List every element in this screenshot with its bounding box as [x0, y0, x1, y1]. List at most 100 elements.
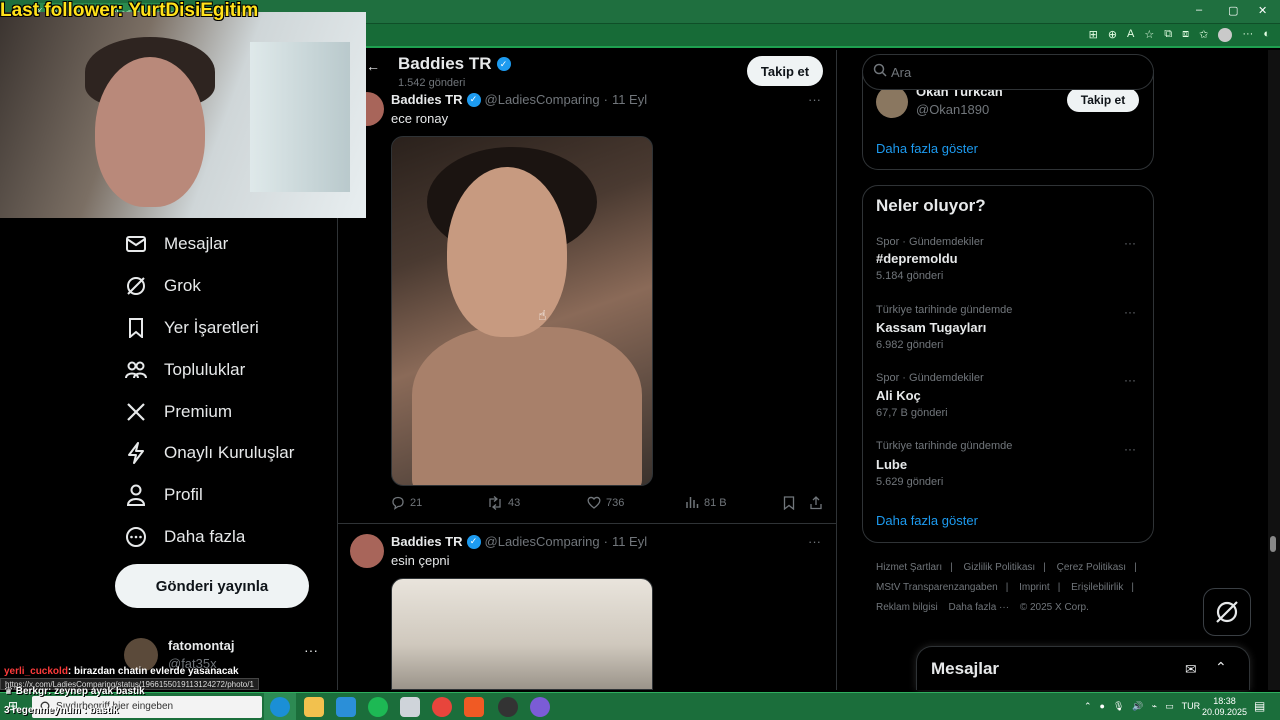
clock-time: 18:38	[1213, 696, 1236, 706]
tweet-avatar[interactable]	[350, 534, 384, 568]
zoom-icon[interactable]: ⊕	[1108, 28, 1117, 42]
reply-button[interactable]: 21	[391, 496, 422, 510]
right-column-divider	[836, 50, 837, 690]
favorites-list-icon[interactable]: ✩	[1199, 28, 1208, 42]
language-indicator[interactable]: TUR	[1182, 701, 1201, 712]
grok-floating-button[interactable]	[1203, 588, 1251, 636]
page-scrollbar[interactable]	[1268, 50, 1280, 690]
edge-browser-icon[interactable]	[270, 697, 290, 717]
show-more-link[interactable]: Daha fazla göster	[876, 141, 978, 156]
tweet-date[interactable]: 11 Eyl	[612, 92, 647, 107]
app-grid-icon[interactable]: ⊞	[1089, 28, 1098, 42]
footer-link-privacy[interactable]: Gizlilik Politikası	[964, 562, 1036, 573]
trend-more-icon[interactable]: ···	[1124, 442, 1136, 456]
footer-link-imprint[interactable]: Imprint	[1019, 582, 1050, 593]
follow-button[interactable]: Takip et	[747, 56, 823, 86]
messages-drawer[interactable]: Mesajlar ✉ ⌃	[916, 646, 1250, 690]
trend-more-icon[interactable]: ···	[1124, 236, 1136, 250]
trend-category: Türkiye tarihinde gündemde	[876, 304, 1013, 316]
trend-name[interactable]: Ali Koç	[876, 388, 921, 403]
search-input[interactable]: Ara	[862, 54, 1154, 90]
trend-name[interactable]: Lube	[876, 457, 907, 472]
trend-more-icon[interactable]: ···	[1124, 373, 1136, 387]
tweet-author-name[interactable]: Baddies TR	[391, 534, 463, 549]
tweet-author-name[interactable]: Baddies TR	[391, 92, 463, 107]
post-button[interactable]: Gönderi yayınla	[115, 564, 309, 608]
battery-icon[interactable]: ▭	[1165, 701, 1174, 712]
volume-icon[interactable]: 🔊	[1132, 701, 1143, 712]
favorite-star-icon[interactable]: ☆	[1144, 28, 1154, 42]
tray-app-icon[interactable]: ●	[1100, 701, 1105, 712]
tweet-more-icon[interactable]: ···	[808, 92, 821, 107]
nav-item-premium[interactable]: Premium	[124, 397, 232, 427]
account-more-icon[interactable]: ···	[304, 642, 318, 658]
nav-item-bookmarks[interactable]: Yer İşaretleri	[124, 313, 259, 343]
verified-badge-icon: ✓	[466, 92, 481, 107]
trend-name[interactable]: #depremoldu	[876, 251, 958, 266]
tray-chevron-icon[interactable]: ⌃	[1084, 701, 1092, 712]
avatar[interactable]	[876, 86, 908, 118]
extensions-icon[interactable]: ⧉	[1164, 28, 1172, 42]
nav-item-verified-orgs[interactable]: Onaylı Kuruluşlar	[124, 438, 294, 468]
copilot-icon[interactable]: ◐	[1263, 28, 1270, 42]
network-icon[interactable]: ⌁	[1152, 701, 1157, 712]
tweet-date[interactable]: 11 Eyl	[612, 534, 647, 549]
footer-link-cookies[interactable]: Çerez Politikası	[1057, 562, 1126, 573]
footer-link-ads-info[interactable]: Reklam bilgisi	[876, 602, 938, 613]
nav-item-label: Onaylı Kuruluşlar	[164, 443, 295, 462]
store-icon[interactable]	[336, 697, 356, 717]
nav-item-communities[interactable]: Topluluklar	[124, 355, 245, 385]
photo-body-shape	[412, 327, 642, 485]
tweet-photo[interactable]	[391, 136, 653, 486]
like-button[interactable]: 736	[587, 496, 624, 509]
footer-link-accessibility[interactable]: Erişilebilirlik	[1071, 582, 1123, 593]
file-explorer-icon[interactable]	[304, 697, 324, 717]
tweet-photo[interactable]	[391, 578, 653, 690]
bookmark-icon[interactable]	[783, 496, 795, 510]
taskbar-clock[interactable]: 18:38 20.09.2025	[1202, 696, 1247, 718]
scrollbar-thumb[interactable]	[1270, 536, 1276, 552]
tweet-more-icon[interactable]: ···	[808, 534, 821, 549]
trend-category: Spor · Gündemdekiler	[876, 372, 984, 384]
share-icon[interactable]	[809, 496, 823, 510]
discord-icon[interactable]	[530, 697, 550, 717]
footer-link-mstv[interactable]: MStV Transparenzangaben	[876, 582, 998, 593]
read-aloud-icon[interactable]: A	[1127, 28, 1134, 42]
expand-drawer-icon[interactable]: ⌃	[1215, 659, 1227, 676]
obs-icon[interactable]	[498, 697, 518, 717]
nav-item-messages[interactable]: Mesajlar	[124, 229, 228, 259]
views-button[interactable]: 81 B	[685, 496, 727, 509]
microphone-icon[interactable]: 🎙	[1113, 701, 1124, 712]
close-window-button[interactable]: ✕	[1258, 4, 1267, 17]
back-arrow-icon[interactable]: ←	[366, 58, 380, 74]
repost-icon	[489, 496, 501, 510]
trend-more-icon[interactable]: ···	[1124, 305, 1136, 319]
calculator-icon[interactable]	[400, 697, 420, 717]
trend-name[interactable]: Kassam Tugayları	[876, 320, 986, 335]
follow-suggested-button[interactable]: Takip et	[1067, 88, 1139, 112]
post-count: 1.542 gönderi	[398, 77, 466, 89]
maximize-button[interactable]: ▢	[1228, 4, 1238, 17]
spotify-icon[interactable]	[368, 697, 388, 717]
browser-menu-icon[interactable]: ···	[1242, 28, 1253, 42]
notifications-icon[interactable]: ▤	[1254, 699, 1265, 713]
footer-link-more[interactable]: Daha fazla ···	[948, 602, 1009, 613]
trends-show-more-link[interactable]: Daha fazla göster	[876, 513, 978, 528]
chrome-icon[interactable]	[432, 697, 452, 717]
nav-item-label: Profil	[164, 485, 203, 504]
nav-item-more[interactable]: Daha fazla	[124, 522, 245, 552]
brave-icon[interactable]	[464, 697, 484, 717]
collections-icon[interactable]: ⧈	[1182, 28, 1189, 42]
footer-link-terms[interactable]: Hizmet Şartları	[876, 562, 942, 573]
communities-icon	[124, 358, 148, 382]
nav-item-profile[interactable]: Profil	[124, 480, 203, 510]
nav-item-grok[interactable]: Grok	[124, 271, 201, 301]
tweet-author-handle[interactable]: @LadiesComparing	[485, 534, 600, 549]
clock-date: 20.09.2025	[1202, 707, 1248, 717]
repost-button[interactable]: 43	[487, 496, 520, 510]
profile-avatar-icon[interactable]	[1218, 28, 1233, 42]
minimize-button[interactable]: –	[1196, 4, 1202, 16]
tweet-author-handle[interactable]: @LadiesComparing	[485, 92, 600, 107]
tweet-text: esin çepni	[391, 553, 450, 568]
compose-message-icon[interactable]: ✉	[1185, 661, 1197, 678]
